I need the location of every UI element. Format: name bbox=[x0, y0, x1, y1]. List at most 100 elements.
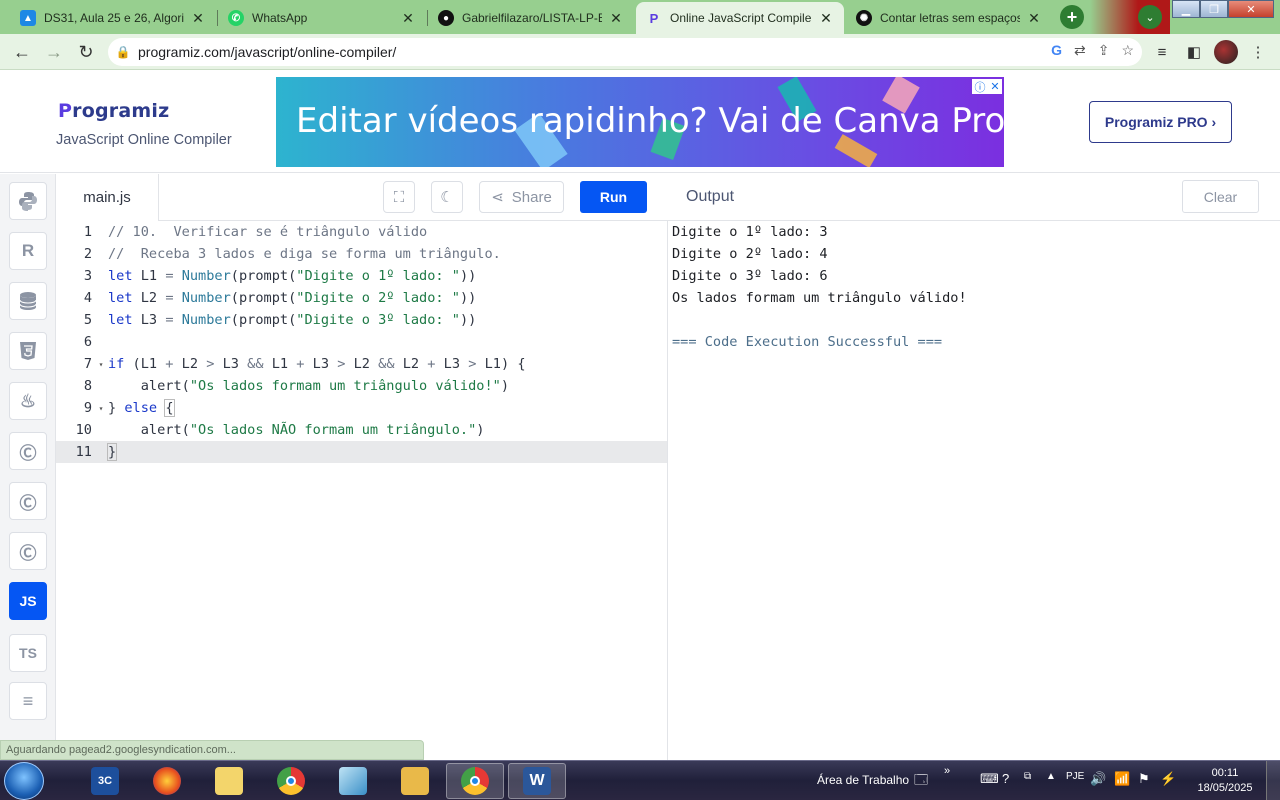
share-button[interactable]: ⋖ Share bbox=[479, 181, 564, 213]
chevron-more-icon[interactable]: » bbox=[944, 765, 950, 777]
tab-chatgpt[interactable]: ✺ Contar letras sem espaços ✕ bbox=[846, 2, 1052, 34]
close-icon[interactable]: ✕ bbox=[608, 10, 624, 27]
ad-headline[interactable]: Editar vídeos rapidinho? Vai de Canva Pr… bbox=[296, 101, 1004, 141]
share-page-icon[interactable]: ⇪ bbox=[1098, 42, 1110, 59]
code-line[interactable]: 6 bbox=[56, 331, 667, 353]
code-editor[interactable]: 1// 10. Verificar se é triângulo válido … bbox=[56, 221, 668, 760]
google-icon[interactable]: G bbox=[1051, 42, 1062, 59]
desktop-toolbar-icon[interactable]: 🗔 bbox=[914, 771, 928, 793]
window-close-button[interactable]: ✕ bbox=[1228, 0, 1274, 18]
minimize-button[interactable]: ▁ bbox=[1172, 0, 1200, 18]
ad-choices[interactable]: ⓘ ✕ bbox=[972, 79, 1002, 94]
code-line[interactable]: 9 ▾} else { bbox=[56, 397, 667, 419]
run-button[interactable]: Run bbox=[580, 181, 647, 213]
close-icon[interactable]: ✕ bbox=[1026, 10, 1042, 27]
code-line-current[interactable]: 11} bbox=[56, 441, 667, 463]
python-icon[interactable] bbox=[9, 182, 47, 220]
cpp-icon[interactable]: Ⓒ bbox=[9, 482, 47, 520]
word-icon: W bbox=[523, 767, 551, 795]
maximize-button[interactable]: ❐ bbox=[1200, 0, 1228, 18]
system-clock[interactable]: 00:11 18/05/2025 bbox=[1192, 766, 1258, 796]
profile-avatar[interactable] bbox=[1214, 40, 1238, 64]
taskbar-app-chrome[interactable] bbox=[262, 763, 320, 799]
new-tab-button[interactable]: + bbox=[1060, 5, 1084, 29]
code-line[interactable]: 2// Receba 3 lados e diga se forma um tr… bbox=[56, 243, 667, 265]
code-line[interactable]: 5 let L3 = Number(prompt("Digite o 3º lad… bbox=[56, 309, 667, 331]
code-line[interactable]: 1// 10. Verificar se é triângulo válido bbox=[56, 221, 667, 243]
typescript-icon[interactable]: TS bbox=[9, 634, 47, 672]
code-line[interactable]: 8 alert("Os lados formam um triângulo vá… bbox=[56, 375, 667, 397]
close-icon[interactable]: ✕ bbox=[818, 10, 834, 27]
fullscreen-icon[interactable]: ⛶ bbox=[383, 181, 415, 213]
volume-icon[interactable]: 🔊 bbox=[1090, 771, 1106, 787]
close-icon[interactable]: ✕ bbox=[400, 10, 416, 27]
ime-icon[interactable]: PJE bbox=[1066, 771, 1084, 782]
tab-online-compiler[interactable]: P Online JavaScript Compiler ✕ bbox=[636, 2, 844, 34]
show-hidden-icons[interactable]: ▲ bbox=[1046, 771, 1056, 782]
javascript-icon[interactable]: JS bbox=[9, 582, 47, 620]
c-lang-icon[interactable]: Ⓒ bbox=[9, 432, 47, 470]
r-lang-icon[interactable]: R bbox=[9, 232, 47, 270]
programiz-logo[interactable]: Programiz bbox=[58, 100, 169, 122]
code-line[interactable]: 7 ▾ if (L1 + L2 > L3 && L1 + L3 > L2 && L2… bbox=[56, 353, 667, 375]
output-line: Os lados formam um triângulo válido! bbox=[672, 290, 967, 306]
network-signal-icon[interactable]: 📶 bbox=[1114, 771, 1130, 787]
action-center-flag-icon[interactable]: ⚑ bbox=[1138, 771, 1150, 787]
output-console[interactable]: Digite o 1º lado: 3 Digite o 2º lado: 4 … bbox=[668, 221, 1280, 760]
code-line[interactable]: 10 alert("Os lados NÃO formam um triângu… bbox=[56, 419, 667, 441]
java-icon[interactable]: ♨ bbox=[9, 382, 47, 420]
address-bar[interactable]: 🔒 programiz.com/javascript/online-compil… bbox=[108, 38, 1142, 66]
desktop-toolbar-label[interactable]: Área de Trabalho bbox=[817, 773, 909, 787]
share-icon: ⋖ bbox=[491, 189, 504, 206]
advertisement-banner[interactable]: Editar vídeos rapidinho? Vai de Canva Pr… bbox=[276, 77, 1004, 167]
dark-mode-icon[interactable]: ☾ bbox=[431, 181, 463, 213]
tab-github[interactable]: ● Gabrielfilazaro/LISTA-LP-ET ✕ bbox=[428, 2, 634, 34]
lock-icon[interactable]: 🔒 bbox=[108, 45, 138, 59]
back-icon[interactable]: ← bbox=[10, 40, 34, 64]
taskbar-app-chrome-active[interactable] bbox=[446, 763, 504, 799]
code-line[interactable]: 4 let L2 = Number(prompt("Digite o 2º lad… bbox=[56, 287, 667, 309]
ad-close-icon[interactable]: ✕ bbox=[990, 80, 999, 93]
taskbar-app-firefox[interactable] bbox=[138, 763, 196, 799]
browser-tab-strip: ▲ DS31, Aula 25 e 26, Algoritmos ✕ ✆ Wha… bbox=[0, 0, 1280, 34]
close-icon[interactable]: ✕ bbox=[190, 10, 206, 27]
taskbar-app-paint[interactable] bbox=[324, 763, 382, 799]
go-icon[interactable]: ≡ bbox=[9, 682, 47, 720]
help-icon[interactable]: ? bbox=[1002, 771, 1009, 786]
database-icon[interactable] bbox=[9, 282, 47, 320]
taskbar-app-explorer[interactable] bbox=[386, 763, 444, 799]
forward-icon[interactable]: → bbox=[42, 40, 66, 64]
keyboard-icon[interactable]: ⌨ bbox=[980, 771, 999, 787]
start-button[interactable] bbox=[4, 762, 44, 800]
file-tab-main-js[interactable]: main.js bbox=[56, 174, 159, 221]
code-line[interactable]: 3 let L1 = Number(prompt("Digite o 1º lad… bbox=[56, 265, 667, 287]
fold-arrow-icon[interactable]: ▾ bbox=[94, 360, 108, 369]
tab-whatsapp[interactable]: ✆ WhatsApp ✕ bbox=[218, 2, 426, 34]
power-alert-icon[interactable]: ⚡ bbox=[1160, 771, 1176, 787]
tab-classroom[interactable]: ▲ DS31, Aula 25 e 26, Algoritmos ✕ bbox=[10, 2, 216, 34]
csharp-icon[interactable]: Ⓒ bbox=[9, 532, 47, 570]
ad-info-icon[interactable]: ⓘ bbox=[974, 79, 985, 95]
tab-title: Contar letras sem espaços bbox=[880, 11, 1020, 25]
bookmark-star-icon[interactable]: ☆ bbox=[1121, 42, 1134, 59]
programiz-icon: P bbox=[649, 10, 659, 26]
show-desktop-button[interactable] bbox=[1266, 761, 1280, 800]
output-title: Output bbox=[686, 188, 735, 205]
translate-icon[interactable]: ⇄ bbox=[1074, 42, 1086, 59]
language-bar-icon[interactable]: ⧉ bbox=[1024, 771, 1031, 782]
tab-search-button[interactable]: ⌄ bbox=[1138, 5, 1162, 29]
side-panel-icon[interactable]: ◧ bbox=[1182, 40, 1206, 64]
windows-taskbar: 3C W Área de Trabalho 🗔 » ⌨ ? ⧉ ▲ PJE 🔊 … bbox=[0, 760, 1280, 800]
reading-list-icon[interactable]: ≡ bbox=[1150, 40, 1174, 64]
programiz-pro-button[interactable]: Programiz PRO › bbox=[1089, 101, 1232, 143]
reload-icon[interactable]: ↻ bbox=[74, 40, 98, 64]
clear-button[interactable]: Clear bbox=[1182, 180, 1259, 213]
taskbar-app-notes[interactable] bbox=[200, 763, 258, 799]
menu-kebab-icon[interactable]: ⋮ bbox=[1246, 40, 1270, 64]
url-text[interactable]: programiz.com/javascript/online-compiler… bbox=[138, 44, 396, 60]
html5-icon[interactable] bbox=[9, 332, 47, 370]
site-header: Programiz JavaScript Online Compiler Edi… bbox=[0, 70, 1280, 173]
fold-arrow-icon[interactable]: ▾ bbox=[94, 404, 108, 413]
taskbar-app-calculator[interactable]: 3C bbox=[76, 763, 134, 799]
taskbar-app-word[interactable]: W bbox=[508, 763, 566, 799]
